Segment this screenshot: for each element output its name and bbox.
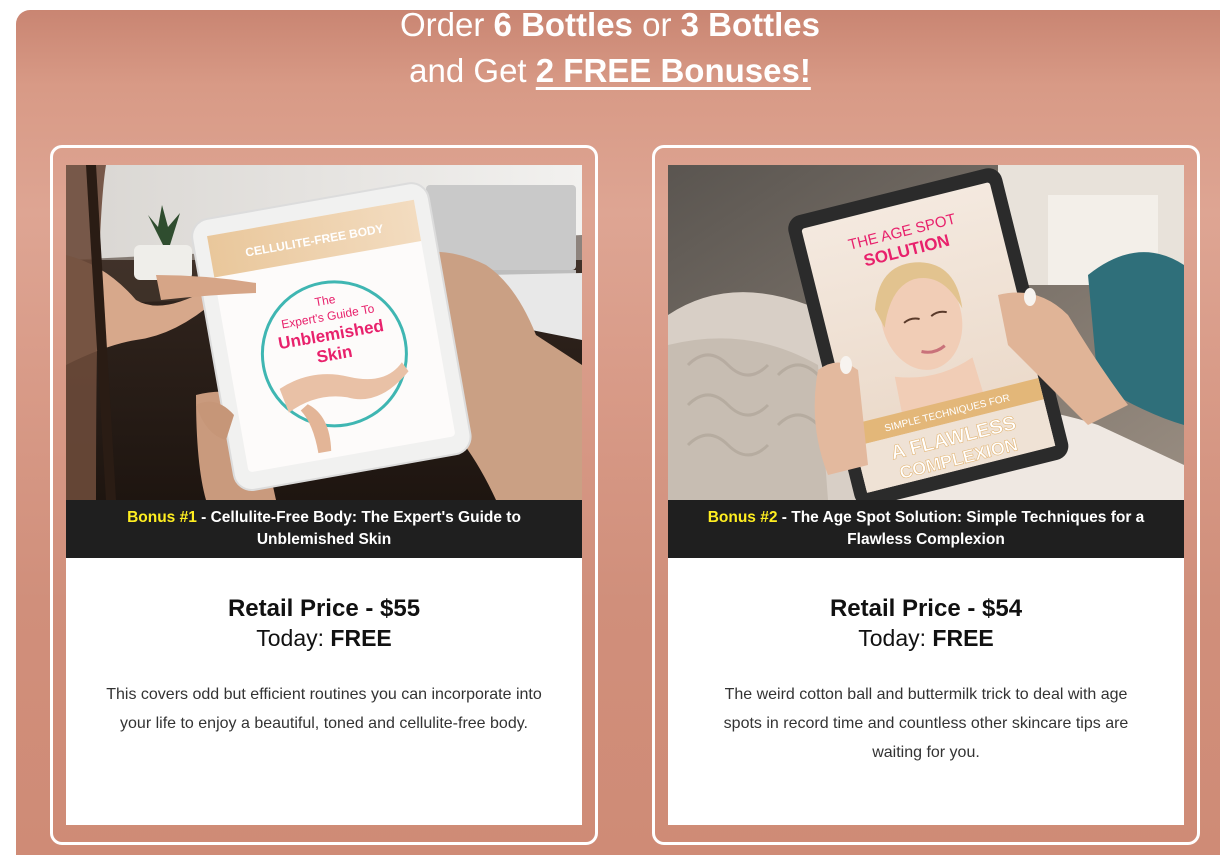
bonus-2-tag: Bonus #2 — [707, 509, 778, 526]
bonus-1-caption: Bonus #1 - Cellulite-Free Body: The Expe… — [66, 500, 582, 558]
headline: Order 6 Bottles or 3 Bottles and Get 2 F… — [0, 2, 1220, 94]
bonus-1-image: CELLULITE-FREE BODY The Expert's Guide T… — [66, 165, 582, 500]
bonus-2-caption: Bonus #2 - The Age Spot Solution: Simple… — [668, 500, 1184, 558]
bonus-2-image: THE AGE SPOT SOLUTION SIMPLE TECHNIQUES … — [668, 165, 1184, 500]
bonus-1-today-price: Today: FREE — [256, 625, 392, 651]
bonus-2-description: The weird cotton ball and buttermilk tri… — [723, 686, 1129, 761]
bonus-2-card: THE AGE SPOT SOLUTION SIMPLE TECHNIQUES … — [668, 165, 1184, 825]
bonus-1-card: CELLULITE-FREE BODY The Expert's Guide T… — [66, 165, 582, 825]
bonus-1-retail-price: Retail Price - $55 — [227, 595, 421, 622]
bonus-1-tag: Bonus #1 — [127, 509, 197, 526]
bonus-2-retail-price: Retail Price - $54 — [829, 595, 1023, 622]
headline-line-1: Order 6 Bottles or 3 Bottles — [400, 6, 820, 43]
free-bonuses-link: 2 FREE Bonuses! — [535, 52, 811, 89]
headline-line-2: and Get 2 FREE Bonuses! — [409, 52, 811, 89]
bonus-2-today-price: Today: FREE — [858, 625, 994, 651]
bonus-1-description: This covers odd but efficient routines y… — [106, 686, 542, 732]
